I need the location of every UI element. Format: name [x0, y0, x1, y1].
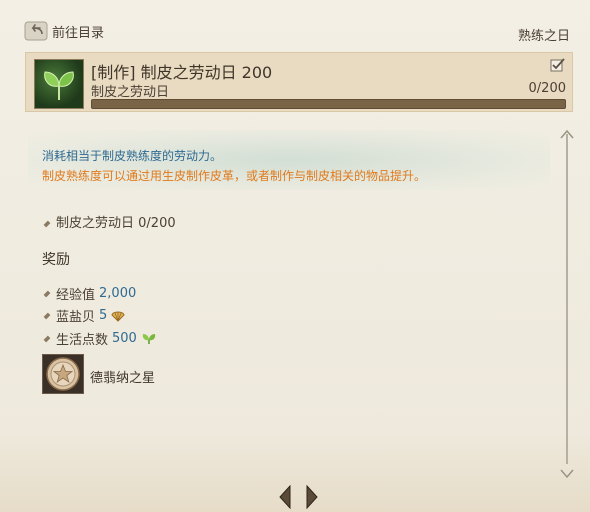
reward-row-shell: 蓝盐贝 5 — [43, 306, 125, 325]
reward-value: 5 — [99, 308, 108, 323]
quest-card[interactable]: [制作] 制皮之劳动日 200 制皮之劳动日 0/200 — [25, 52, 573, 112]
quest-progress-text: 0/200 — [528, 81, 566, 96]
scrollbar-track[interactable] — [566, 134, 568, 464]
reward-row-life-points: 生活点数 500 — [43, 329, 156, 348]
objective-row: 制皮之劳动日 0/200 — [43, 212, 176, 231]
leaf-icon — [141, 333, 156, 345]
item-reward-name: 德翡纳之星 — [90, 371, 156, 386]
reward-label: 经验值 — [56, 288, 96, 303]
bullet-icon — [43, 335, 51, 342]
description-line-2: 制皮熟练度可以通过用生皮制作皮革，或者制作与制皮相关的物品提升。 — [42, 169, 427, 183]
quest-progress-bar — [91, 99, 566, 109]
reward-label: 蓝盐贝 — [56, 310, 96, 325]
reward-value: 500 — [112, 331, 137, 346]
rewards-heading: 奖励 — [42, 252, 70, 268]
reward-value: 2,000 — [99, 286, 137, 301]
bullet-icon — [43, 290, 51, 297]
back-label: 前往目录 — [52, 25, 105, 41]
item-reward-slot[interactable] — [42, 354, 84, 394]
header-right-label: 熟练之日 — [517, 29, 570, 44]
shell-icon — [111, 310, 125, 322]
reward-row-exp: 经验值 2,000 — [43, 284, 137, 303]
reward-label: 生活点数 — [56, 333, 109, 348]
sprout-icon — [34, 59, 84, 109]
back-to-catalog-button[interactable]: 前往目录 — [24, 18, 104, 44]
checkbox-checked-icon[interactable] — [550, 57, 566, 72]
bullet-icon — [43, 220, 51, 227]
description-line-1: 消耗相当于制皮熟练度的劳动力。 — [42, 149, 223, 163]
objective-label: 制皮之劳动日 — [56, 216, 135, 231]
previous-page-arrow-icon[interactable] — [278, 484, 292, 510]
next-page-arrow-icon[interactable] — [305, 484, 319, 510]
quest-panel: 前往目录 熟练之日 [制作] 制皮之劳动日 200 制皮之劳动日 0/200 消… — [0, 0, 590, 512]
scroll-up-arrow-icon[interactable] — [560, 124, 574, 139]
quest-title: [制作] 制皮之劳动日 200 — [91, 63, 273, 82]
scroll-down-arrow-icon[interactable] — [560, 464, 574, 479]
bullet-icon — [43, 312, 51, 319]
objective-value: 0/200 — [138, 216, 176, 231]
quest-subtitle: 制皮之劳动日 — [91, 85, 170, 100]
star-medal-icon — [46, 357, 80, 391]
back-arrow-icon — [24, 20, 50, 42]
